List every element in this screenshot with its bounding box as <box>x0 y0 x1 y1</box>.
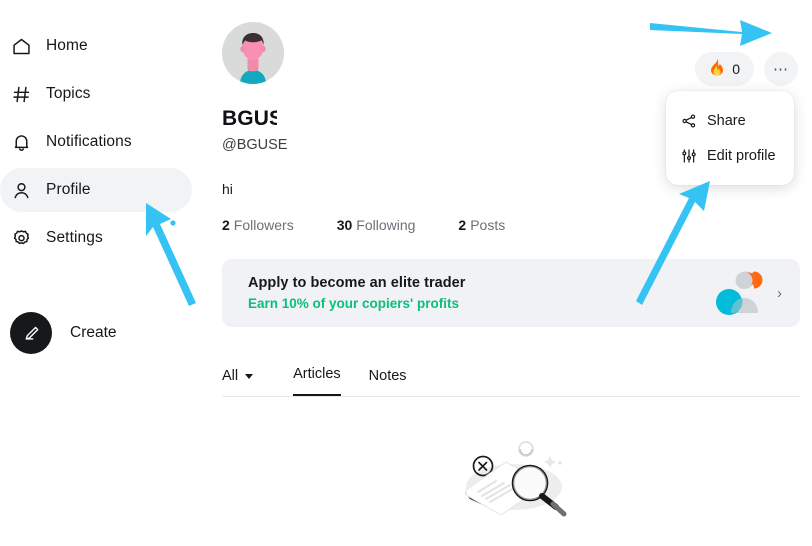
tab-articles[interactable]: Articles <box>293 366 341 396</box>
sidebar-item-topics[interactable]: Topics <box>0 72 192 116</box>
flame-icon <box>709 58 725 81</box>
sliders-icon <box>680 147 697 164</box>
tab-label: All <box>222 368 239 384</box>
sidebar-item-label: Notifications <box>46 133 132 150</box>
tab-filter-all[interactable]: All <box>222 368 267 396</box>
stats-row: 2 Followers 30 Following 2 Posts <box>222 217 812 233</box>
create-label: Create <box>70 324 117 341</box>
person-icon <box>10 179 32 201</box>
copy-traders-illustration-icon <box>703 269 763 317</box>
display-name: BGUSI <box>222 107 277 130</box>
ellipsis-icon: ⋯ <box>773 61 789 78</box>
stat-value: 30 <box>336 217 353 233</box>
more-button[interactable]: ⋯ <box>764 52 798 86</box>
bell-icon <box>10 131 32 153</box>
avatar[interactable] <box>222 22 284 84</box>
content-tabs: All Articles Notes <box>222 357 800 397</box>
share-nodes-icon <box>680 112 697 129</box>
sidebar-item-label: Settings <box>46 229 103 246</box>
home-icon <box>10 35 32 57</box>
sidebar-item-settings[interactable]: Settings <box>0 216 192 260</box>
chevron-right-icon: › <box>777 284 782 302</box>
tab-label: Articles <box>293 366 341 382</box>
more-menu-dropdown: Share Edit profile <box>666 91 794 185</box>
stat-following[interactable]: 30 Following <box>337 217 416 233</box>
dropdown-item-label: Share <box>707 112 746 129</box>
sidebar-item-label: Topics <box>46 85 91 102</box>
empty-state <box>222 435 812 521</box>
create-button[interactable]: Create <box>0 312 200 354</box>
dropdown-item-label: Edit profile <box>707 147 776 164</box>
sidebar-item-home[interactable]: Home <box>0 24 192 68</box>
stat-label: Posts <box>470 217 506 233</box>
stat-value: 2 <box>222 217 230 233</box>
profile-page: Home Topics Notifications Profile Settin… <box>0 0 812 546</box>
dropdown-item-edit-profile[interactable]: Edit profile <box>666 138 794 173</box>
user-avatar-icon <box>222 22 284 84</box>
elite-trader-banner[interactable]: Apply to become an elite trader Earn 10%… <box>222 259 800 327</box>
sidebar-item-label: Home <box>46 37 88 54</box>
profile-actions: 0 ⋯ <box>695 52 798 86</box>
streak-count: 0 <box>732 61 740 77</box>
stat-label: Following <box>356 217 416 233</box>
hash-icon <box>10 83 32 105</box>
stat-followers[interactable]: 2 Followers <box>222 217 294 233</box>
banner-title: Apply to become an elite trader <box>248 275 466 291</box>
streak-badge[interactable]: 0 <box>695 52 754 86</box>
no-results-document-magnifier-illustration-icon <box>465 441 567 517</box>
chevron-down-icon <box>245 373 254 379</box>
tab-notes[interactable]: Notes <box>369 368 421 396</box>
pencil-icon <box>10 312 52 354</box>
tab-label: Notes <box>368 368 407 384</box>
dropdown-item-share[interactable]: Share <box>666 103 794 138</box>
stat-posts[interactable]: 2 Posts <box>458 217 505 233</box>
stat-label: Followers <box>233 217 294 233</box>
sidebar-item-label: Profile <box>46 181 91 198</box>
stat-value: 2 <box>458 217 467 233</box>
sidebar-item-profile[interactable]: Profile <box>0 168 192 212</box>
banner-subtitle: Earn 10% of your copiers' profits <box>248 296 460 311</box>
sidebar-item-notifications[interactable]: Notifications <box>0 120 192 164</box>
handle: @BGUSE <box>222 137 288 153</box>
sidebar: Home Topics Notifications Profile Settin… <box>0 0 200 546</box>
banner-text: Apply to become an elite trader Earn 10%… <box>248 275 703 311</box>
gear-icon <box>10 227 32 249</box>
